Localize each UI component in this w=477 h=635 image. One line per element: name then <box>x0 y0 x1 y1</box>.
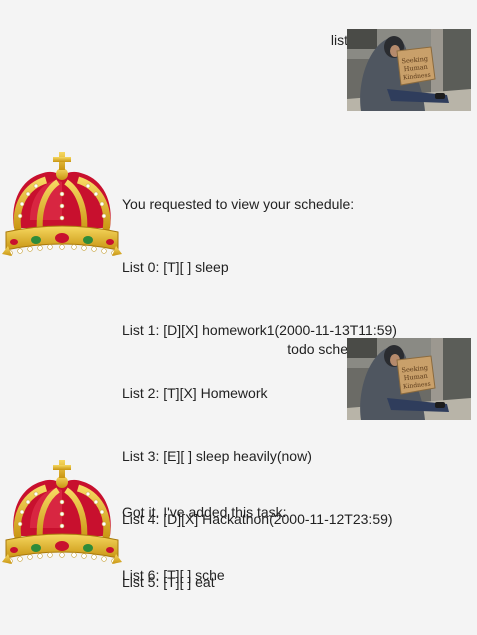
user-message: list <box>0 28 477 113</box>
user-avatar-photo <box>347 29 471 111</box>
bot-message-line: List 0: [T][ ] sleep <box>122 259 229 275</box>
crown-icon <box>0 458 124 578</box>
bot-message: Got it. I've added this task: List 6: [T… <box>0 458 477 583</box>
user-message-text: list <box>330 32 348 48</box>
crown-icon <box>0 150 124 270</box>
user-message-text: todo sche <box>287 341 348 357</box>
bot-message: You requested to view your schedule: Lis… <box>0 150 477 590</box>
user-message: todo sche <box>0 337 477 422</box>
bot-message-line: Got it. I've added this task: <box>122 504 287 520</box>
user-avatar-photo <box>347 338 471 420</box>
bot-message-line: You requested to view your schedule: <box>122 196 355 212</box>
bot-message-line: List 6: [T][ ] sche <box>122 567 225 583</box>
